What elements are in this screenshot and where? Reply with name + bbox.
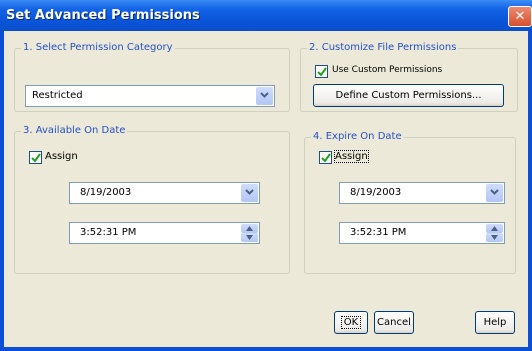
- expire-assign-checkbox[interactable]: [319, 151, 332, 164]
- expire-on-date-label: 4. Expire On Date: [311, 131, 404, 142]
- permission-category-group: 1. Select Permission Category Restricted: [14, 42, 290, 112]
- dialog-body: 1. Select Permission Category Restricted…: [4, 31, 528, 347]
- dialog-window: Set Advanced Permissions ✕ 1. Select Per…: [0, 0, 532, 351]
- available-time-value: 3:52:31 PM: [80, 227, 137, 238]
- available-on-date-group: 3. Available On Date Assign 8/19/2003 3:…: [14, 125, 290, 274]
- available-assign-checkbox[interactable]: [29, 151, 42, 164]
- expire-assign-label: Assign: [334, 150, 369, 163]
- arrow-up-icon[interactable]: [486, 224, 503, 233]
- customize-permissions-group: 2. Customize File Permissions Use Custom…: [300, 42, 518, 112]
- ok-button-label: OK: [340, 316, 362, 329]
- permission-category-select[interactable]: Restricted: [25, 85, 275, 107]
- check-icon: [317, 67, 327, 77]
- use-custom-permissions-checkbox[interactable]: [315, 65, 328, 78]
- chevron-down-icon[interactable]: [486, 184, 503, 202]
- cancel-button[interactable]: Cancel: [374, 311, 414, 334]
- help-button[interactable]: Help: [475, 311, 515, 334]
- time-spinner: [486, 224, 503, 242]
- check-icon: [31, 153, 41, 163]
- expire-time-value: 3:52:31 PM: [350, 227, 407, 238]
- expire-date-value: 8/19/2003: [350, 187, 402, 198]
- customize-permissions-label: 2. Customize File Permissions: [307, 42, 459, 53]
- close-icon: ✕: [514, 9, 526, 24]
- available-time-stepper[interactable]: 3:52:31 PM: [69, 222, 260, 244]
- arrow-up-icon[interactable]: [241, 224, 258, 233]
- title-bar[interactable]: Set Advanced Permissions ✕: [0, 0, 532, 31]
- ok-button[interactable]: OK: [334, 311, 368, 334]
- chevron-down-icon[interactable]: [256, 87, 273, 105]
- define-custom-permissions-button[interactable]: Define Custom Permissions...: [313, 84, 504, 107]
- window-title: Set Advanced Permissions: [6, 8, 200, 23]
- chevron-down-icon[interactable]: [241, 184, 258, 202]
- expire-on-date-group: 4. Expire On Date Assign 8/19/2003 3:52:…: [304, 131, 516, 274]
- permission-category-value: Restricted: [32, 90, 83, 101]
- arrow-down-icon[interactable]: [241, 233, 258, 242]
- close-button[interactable]: ✕: [508, 6, 532, 27]
- permission-category-label: 1. Select Permission Category: [21, 42, 175, 53]
- check-icon: [321, 153, 331, 163]
- available-date-picker[interactable]: 8/19/2003: [69, 182, 260, 204]
- available-assign-label: Assign: [45, 151, 78, 162]
- use-custom-permissions-label: Use Custom Permissions: [332, 65, 443, 75]
- time-spinner: [241, 224, 258, 242]
- expire-date-picker[interactable]: 8/19/2003: [339, 182, 505, 204]
- available-on-date-label: 3. Available On Date: [21, 125, 128, 136]
- available-date-value: 8/19/2003: [80, 187, 132, 198]
- arrow-down-icon[interactable]: [486, 233, 503, 242]
- expire-time-stepper[interactable]: 3:52:31 PM: [339, 222, 505, 244]
